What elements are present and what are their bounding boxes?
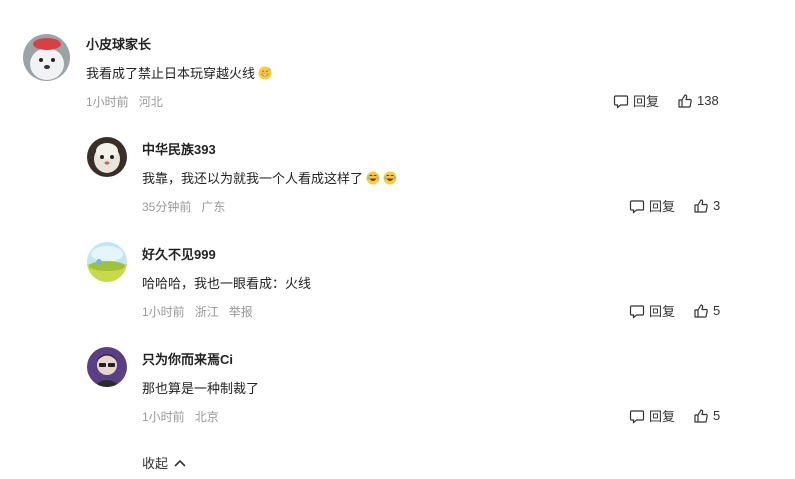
reply-button[interactable]: 回复 [629, 406, 675, 425]
comment-location: 广东 [201, 200, 226, 214]
avatar[interactable] [87, 242, 127, 282]
comment-location: 河北 [138, 95, 163, 109]
username[interactable]: 好久不见999 [142, 244, 216, 263]
comment-location: 北京 [194, 410, 219, 424]
comment-meta: 1小时前 河北 [86, 93, 173, 110]
reply-label: 回复 [649, 409, 676, 424]
laughing-tears-emoji [383, 171, 397, 185]
collapse-button[interactable]: 收起 [142, 453, 187, 472]
thumbs-up-icon [678, 93, 692, 108]
laughing-tears-emoji [366, 171, 380, 185]
comment-actions: 回复 138 [613, 91, 719, 110]
comment-meta: 1小时前 北京 [142, 408, 229, 425]
comment-time: 1小时前 [142, 305, 185, 319]
username[interactable]: 小皮球家长 [86, 34, 151, 53]
reply-icon [613, 94, 629, 109]
reply-icon [629, 199, 645, 214]
comment-text: 我看成了禁止日本玩穿越火线 [86, 63, 272, 82]
comment-meta: 1小时前 浙江 举报 [142, 303, 263, 320]
like-count: 5 [713, 303, 721, 318]
comment-text-content: 我看成了禁止日本玩穿越火线 [86, 66, 256, 81]
comment-time: 1小时前 [86, 95, 129, 109]
reply-button[interactable]: 回复 [613, 91, 659, 110]
collapse-label: 收起 [142, 456, 169, 471]
avatar[interactable] [87, 137, 127, 177]
thumbs-up-icon [694, 198, 708, 213]
like-button[interactable]: 5 [693, 303, 720, 319]
reply-label: 回复 [649, 199, 676, 214]
reply-icon [629, 304, 645, 319]
avatar[interactable] [87, 347, 127, 387]
comment-text-content: 哈哈哈，我也一眼看成：火线 [142, 276, 312, 291]
like-count: 3 [713, 198, 721, 213]
comment-time: 35分钟前 [142, 200, 192, 214]
reply-icon [629, 409, 645, 424]
thumbs-up-icon [694, 303, 708, 318]
comment-actions: 回复 5 [629, 406, 720, 425]
reply-button[interactable]: 回复 [629, 301, 675, 320]
chevron-up-icon [174, 459, 186, 467]
like-button[interactable]: 5 [693, 408, 720, 424]
avatar[interactable] [23, 34, 70, 81]
reply-label: 回复 [633, 94, 660, 109]
comment-text: 我靠，我还以为就我一个人看成这样了 [142, 168, 397, 187]
comment-actions: 回复 3 [629, 196, 720, 215]
username[interactable]: 只为你而来焉Ci [142, 349, 233, 368]
reply-label: 回复 [649, 304, 676, 319]
like-count: 5 [713, 408, 721, 423]
comment-text-content: 那也算是一种制裁了 [142, 381, 260, 396]
comment-text: 那也算是一种制裁了 [142, 378, 259, 397]
comment-location: 浙江 [194, 305, 219, 319]
like-button[interactable]: 3 [693, 198, 720, 214]
grinning-sweat-emoji [258, 66, 272, 80]
like-count: 138 [697, 93, 719, 108]
comment-meta: 35分钟前 广东 [142, 198, 235, 215]
comment-time: 1小时前 [142, 410, 185, 424]
username[interactable]: 中华民族393 [142, 139, 216, 158]
comment-text: 哈哈哈，我也一眼看成：火线 [142, 273, 311, 292]
like-button[interactable]: 138 [677, 93, 719, 109]
thumbs-up-icon [694, 408, 708, 423]
comment-text-content: 我靠，我还以为就我一个人看成这样了 [142, 171, 364, 186]
report-link[interactable]: 举报 [229, 305, 253, 319]
comment-actions: 回复 5 [629, 301, 720, 320]
reply-button[interactable]: 回复 [629, 196, 675, 215]
